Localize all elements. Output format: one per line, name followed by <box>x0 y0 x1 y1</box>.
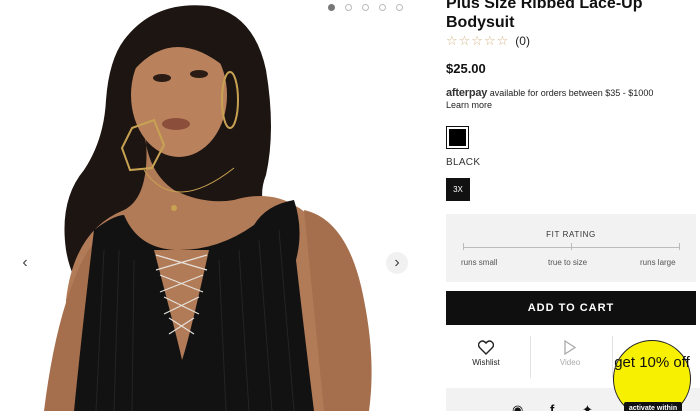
product-image[interactable] <box>4 0 420 411</box>
add-to-cart-button[interactable]: ADD TO CART <box>446 291 696 325</box>
carousel-dots <box>328 4 403 11</box>
afterpay-text: available for orders between $35 - $1000 <box>489 88 654 98</box>
fit-tick <box>679 243 680 250</box>
gallery-next-button[interactable]: › <box>386 252 408 274</box>
pinterest-icon[interactable]: ◉ <box>512 402 523 411</box>
color-swatch-black[interactable] <box>446 126 469 149</box>
model-photo <box>4 0 420 411</box>
fit-rating-title: FIT RATING <box>546 230 596 239</box>
product-price: $25.00 <box>446 61 486 76</box>
fit-label-true-to-size: true to size <box>548 258 588 267</box>
promo-cta: activate within <box>624 402 682 411</box>
size-option-3x[interactable]: 3X <box>446 178 470 201</box>
promo-text: get 10% off <box>614 354 690 371</box>
gallery-prev-button[interactable]: ‹ <box>14 252 36 274</box>
video-button[interactable]: Video <box>530 334 610 380</box>
swatch-fill <box>449 129 466 146</box>
afterpay-logo: afterpay <box>446 87 488 99</box>
fit-label-runs-small: runs small <box>461 258 498 267</box>
star-rating-icon: ☆☆☆☆☆ <box>446 33 510 48</box>
fit-label-runs-large: runs large <box>640 258 676 267</box>
product-title: Plus Size Ribbed Lace-Up Bodysuit <box>446 0 643 31</box>
carousel-dot[interactable] <box>396 4 403 11</box>
product-gallery: ‹ › <box>0 0 420 411</box>
review-count: (0) <box>515 34 530 48</box>
wishlist-label: Wishlist <box>472 358 500 367</box>
selected-color-label: BLACK <box>446 157 481 168</box>
carousel-dot[interactable] <box>362 4 369 11</box>
wishlist-button[interactable]: Wishlist <box>446 334 526 380</box>
product-rating[interactable]: ☆☆☆☆☆ (0) <box>446 33 530 49</box>
fit-tick <box>571 243 572 250</box>
carousel-dot[interactable] <box>345 4 352 11</box>
carousel-dot[interactable] <box>328 4 335 11</box>
afterpay-learn-more-link[interactable]: Learn more <box>446 99 700 111</box>
fit-tick <box>463 243 464 250</box>
chevron-left-icon: ‹ <box>22 254 28 271</box>
heart-icon <box>478 340 494 355</box>
facebook-icon[interactable]: f <box>550 402 554 411</box>
carousel-dot[interactable] <box>379 4 386 11</box>
chevron-right-icon: › <box>394 254 400 271</box>
video-label: Video <box>559 358 581 367</box>
afterpay-info: afterpay available for orders between $3… <box>446 87 700 111</box>
promo-badge[interactable]: get 10% off activate within <box>613 340 691 411</box>
play-icon <box>564 340 577 355</box>
fit-rating-panel: FIT RATING runs small true to size runs … <box>446 214 696 282</box>
twitter-icon[interactable]: ✦ <box>582 402 593 411</box>
